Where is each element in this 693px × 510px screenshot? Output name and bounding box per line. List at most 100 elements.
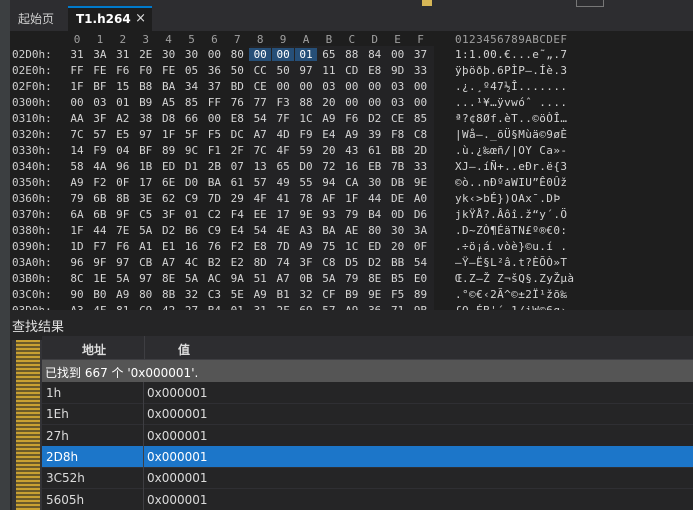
hex-byte[interactable]: 54 [249,112,271,125]
hex-byte[interactable]: B4 [364,208,386,221]
hex-byte[interactable]: 00 [387,48,409,61]
hex-byte[interactable]: 72 [318,160,340,173]
hex-byte[interactable]: 03 [318,80,340,93]
hex-row[interactable]: 0390h: 1D F7 F6 A1 E1 16 76 F2 E8 7D A9 75 1C ED 20 0F .÷… [10,238,693,254]
close-icon[interactable]: × [135,8,146,30]
hex-byte[interactable]: A9 [249,288,271,301]
hex-row-ascii[interactable]: ...¹¥…ÿvwóˆ .... [455,96,567,109]
hex-byte[interactable]: D0 [295,160,317,173]
hex-byte[interactable]: F9 [89,144,111,157]
hex-byte[interactable]: 57 [89,128,111,141]
hex-byte[interactable]: 4A [89,160,111,173]
tab-start-page[interactable]: 起始页 [10,6,66,32]
hex-row-ascii[interactable]: .¿.¸º47½Î....... [455,80,567,93]
hex-byte[interactable]: 75 [318,240,340,253]
hex-byte[interactable]: BB [387,144,409,157]
hex-row-ascii[interactable]: .°©€‹2Ã^©±2Ï¹žõ‰ [455,288,567,301]
hex-byte[interactable]: 30 [158,48,180,61]
hex-row-ascii[interactable]: ª?¢8Øf.èT..©öÒÎ… [455,112,567,125]
hex-row[interactable]: 0330h: 14 F9 04 BF 89 9C F1 2F 7C 4F 59 20 43 61 BB 2D .ù… [10,142,693,158]
hex-byte[interactable]: D8 [158,112,180,125]
hex-byte[interactable]: 2B [203,160,225,173]
hex-byte[interactable]: 0B [295,272,317,285]
hex-byte[interactable]: 59 [295,144,317,157]
hex-byte[interactable]: 50 [226,64,248,77]
hex-byte[interactable]: 3E [135,192,157,205]
hex-byte[interactable]: 9C [181,144,203,157]
hex-byte[interactable]: 9E [295,208,317,221]
hex-byte[interactable]: 00 [295,80,317,93]
hex-byte[interactable]: 00 [203,112,225,125]
hex-byte[interactable]: C5 [135,208,157,221]
hex-row[interactable]: 0380h: 1F 44 7E 5A D2 B6 C9 E4 54 4E A3 BA AE 80 30 3A .D… [10,222,693,238]
hex-byte[interactable]: D5 [341,256,363,269]
hex-row[interactable]: 0310h: AA 3F A2 38 D8 66 00 E8 54 7F 1C A9 F6 D2 CE 85 ª?… [10,110,693,126]
hex-byte[interactable]: 30 [364,176,386,189]
hex-byte[interactable]: 0F [410,240,432,253]
hex-byte[interactable]: ED [364,240,386,253]
hex-byte[interactable]: C9 [203,224,225,237]
toolbar-field[interactable] [576,0,604,7]
result-row[interactable]: 2D8h 0x000001 [42,445,693,468]
hex-byte[interactable]: BD [226,80,248,93]
hex-byte[interactable]: 54 [249,224,271,237]
hex-row-ascii[interactable]: XJ–.íÑ+..eÐr.ë{3 [455,160,567,173]
hex-byte[interactable]: F5 [387,288,409,301]
hex-row-ascii[interactable]: ÿþöðþ.6PÌP—.Íè.3 [455,64,567,77]
hex-byte[interactable]: 37 [410,48,432,61]
hex-byte[interactable]: 2F [226,144,248,157]
hex-byte[interactable]: 34 [181,80,203,93]
hex-byte[interactable]: 00 [66,96,88,109]
hex-byte[interactable]: 1C [295,112,317,125]
hex-byte[interactable]: AA [66,112,88,125]
hex-byte[interactable]: CD [341,64,363,77]
hex-byte[interactable]: 85 [181,96,203,109]
hex-byte[interactable]: F9 [295,128,317,141]
hex-row-ascii[interactable]: jkŸÅ?.Âôî.ž“y´.Ö [455,208,567,221]
hex-byte[interactable]: 00 [249,48,272,61]
hex-byte[interactable]: 4D [272,128,294,141]
hex-byte[interactable]: C8 [410,128,432,141]
hex-byte[interactable]: 00 [410,96,432,109]
hex-byte[interactable]: EE [249,208,271,221]
hex-byte[interactable]: C8 [318,256,340,269]
hex-byte[interactable]: BA [158,80,180,93]
hex-byte[interactable]: 00 [272,80,294,93]
results-scroll-indicator[interactable] [12,340,42,510]
hex-byte[interactable]: 8B [112,192,134,205]
hex-byte[interactable]: D2 [158,224,180,237]
hex-byte[interactable]: 17 [272,208,294,221]
hex-byte[interactable]: 96 [112,160,134,173]
hex-byte[interactable]: 8E [158,272,180,285]
hex-byte[interactable]: 38 [135,112,157,125]
hex-byte[interactable]: BB [387,256,409,269]
hex-row-ascii[interactable]: yk‹>bÉ})OAx¯.DÞ [455,192,567,205]
hex-byte[interactable]: E4 [226,224,248,237]
hex-byte[interactable]: DE [387,192,409,205]
hex-byte[interactable]: E8 [249,240,271,253]
hex-row-ascii[interactable]: .D~ZÒ¶ÉäTN£º®€0: [455,224,567,237]
hex-byte[interactable]: 8E [364,272,386,285]
hex-byte[interactable]: 90 [66,288,88,301]
hex-byte[interactable]: BF [135,144,157,157]
hex-byte[interactable]: 78 [295,192,317,205]
hex-byte[interactable]: 97 [135,272,157,285]
hex-byte[interactable]: F6 [341,112,363,125]
hex-byte[interactable]: E8 [226,112,248,125]
hex-byte[interactable]: 88 [341,48,363,61]
column-header-address[interactable]: 地址 [82,341,106,358]
hex-byte[interactable]: 15 [112,80,134,93]
hex-byte[interactable]: C3 [203,288,225,301]
hex-byte[interactable]: 2E [135,48,157,61]
hex-byte[interactable]: 1E [89,272,111,285]
hex-byte[interactable]: 3A [89,48,111,61]
hex-byte[interactable]: D2 [364,256,386,269]
hex-byte[interactable]: 7F [272,112,294,125]
hex-row-ascii[interactable]: |Wå—._õÜ§Mùä©9øÈ [455,128,567,141]
hex-byte[interactable]: 13 [249,160,271,173]
hex-byte[interactable]: 0F [112,176,134,189]
hex-byte[interactable]: FF [66,64,88,77]
hex-byte[interactable]: 9D [387,64,409,77]
hex-byte[interactable]: 58 [66,160,88,173]
hex-byte[interactable]: F1 [203,144,225,157]
